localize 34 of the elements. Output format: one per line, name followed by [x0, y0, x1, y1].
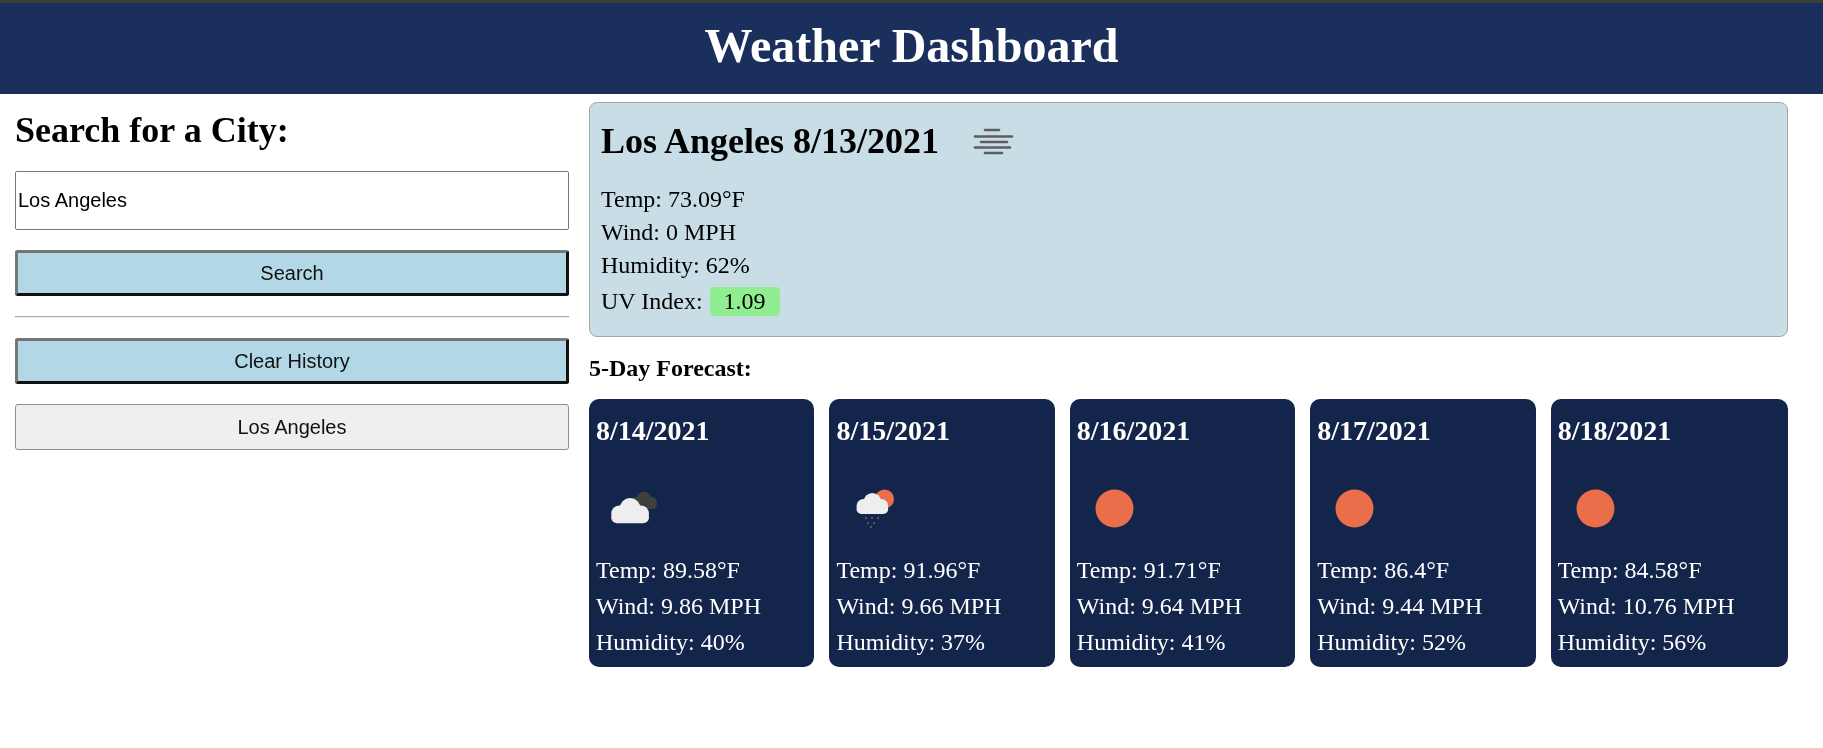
forecast-humidity: Humidity: 37% [836, 628, 986, 657]
forecast-date: 8/15/2021 [836, 415, 950, 447]
forecast-wind: Wind: 9.64 MPH [1076, 592, 1242, 621]
city-input[interactable]: Los Angeles [15, 171, 569, 230]
forecast-date: 8/17/2021 [1317, 415, 1431, 447]
forecast-humidity: Humidity: 52% [1317, 628, 1466, 657]
uv-index-value: 1.09 [709, 286, 780, 316]
history-item[interactable]: Los Angeles [15, 404, 569, 450]
city-date-title: Los Angeles 8/13/2021 [601, 121, 940, 162]
forecast-temp: Temp: 89.58°F [596, 556, 740, 585]
search-heading: Search for a City: [15, 110, 290, 151]
weather-detail: Humidity: 62% [601, 251, 751, 280]
forecast-wind: Wind: 9.86 MPH [596, 592, 762, 621]
clear-history-button[interactable]: Clear History [15, 338, 569, 384]
forecast-wind: Wind: 9.66 MPH [836, 592, 1002, 621]
forecast-temp: Temp: 86.4°F [1317, 556, 1450, 585]
forecast-humidity: Humidity: 56% [1557, 628, 1707, 657]
weather-detail: Temp: 73.09°F [601, 185, 746, 214]
uv-index-label: UV Index: [601, 286, 703, 316]
forecast-heading: 5-Day Forecast: [589, 354, 753, 382]
forecast-humidity: Humidity: 40% [596, 628, 745, 657]
page-title: Weather Dashboard [704, 18, 1119, 73]
forecast-wind: Wind: 9.44 MPH [1317, 592, 1483, 621]
forecast-humidity: Humidity: 41% [1076, 628, 1226, 657]
forecast-wind: Wind: 10.76 MPH [1557, 592, 1735, 621]
forecast-date: 8/14/2021 [596, 415, 710, 447]
weather-detail: Wind: 0 MPH [601, 218, 738, 247]
forecast-temp: Temp: 91.71°F [1076, 556, 1221, 585]
forecast-date: 8/16/2021 [1076, 415, 1191, 447]
forecast-temp: Temp: 84.58°F [1557, 556, 1702, 585]
search-button[interactable]: Search [15, 250, 569, 296]
forecast-date: 8/18/2021 [1557, 415, 1672, 447]
forecast-temp: Temp: 91.96°F [836, 556, 981, 585]
mist-icon [973, 128, 1015, 155]
